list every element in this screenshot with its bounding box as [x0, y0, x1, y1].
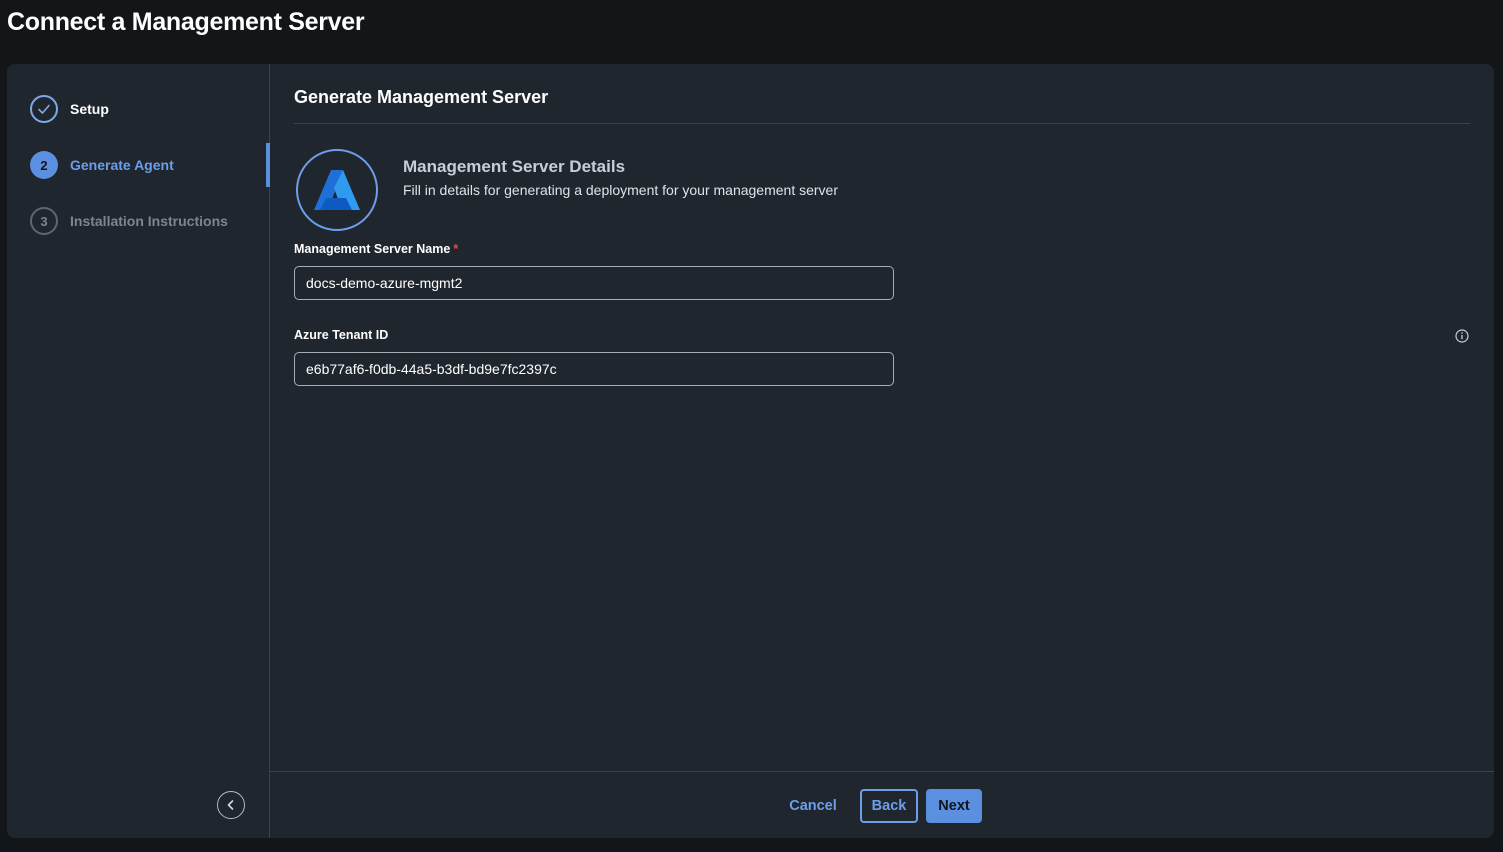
chevron-left-icon — [227, 800, 234, 810]
azure-logo-icon — [296, 149, 378, 231]
step-setup[interactable]: Setup — [30, 95, 109, 123]
wizard-panel: Setup 2 Generate Agent 3 Installation In… — [7, 64, 1494, 838]
server-name-label: Management Server Name * — [294, 242, 458, 256]
server-name-label-text: Management Server Name — [294, 242, 451, 256]
wizard-footer: Cancel Back Next — [270, 771, 1494, 838]
cancel-button[interactable]: Cancel — [782, 789, 844, 823]
back-button[interactable]: Back — [860, 789, 918, 823]
server-name-input[interactable] — [294, 266, 894, 300]
details-subtitle: Fill in details for generating a deploym… — [403, 182, 838, 198]
required-mark: * — [453, 242, 459, 256]
step-label: Installation Instructions — [70, 213, 228, 229]
section-title: Generate Management Server — [294, 87, 549, 107]
step-installation-instructions[interactable]: 3 Installation Instructions — [30, 207, 228, 235]
step-label: Setup — [70, 101, 109, 117]
step-number: 3 — [30, 207, 58, 235]
step-number: 2 — [30, 151, 58, 179]
divider — [294, 123, 1470, 124]
page-title: Connect a Management Server — [7, 8, 365, 36]
tenant-id-label: Azure Tenant ID — [294, 328, 389, 342]
tenant-id-input[interactable] — [294, 352, 894, 386]
info-icon[interactable] — [1455, 329, 1469, 343]
step-done-check-icon — [30, 95, 58, 123]
wizard-steps-sidebar: Setup 2 Generate Agent 3 Installation In… — [7, 64, 270, 838]
step-label: Generate Agent — [70, 157, 174, 173]
collapse-sidebar-button[interactable] — [217, 791, 245, 819]
step-generate-agent[interactable]: 2 Generate Agent — [30, 151, 174, 179]
main-content: Generate Management Server Management Se… — [270, 64, 1494, 838]
details-title: Management Server Details — [403, 157, 626, 176]
next-button[interactable]: Next — [926, 789, 982, 823]
